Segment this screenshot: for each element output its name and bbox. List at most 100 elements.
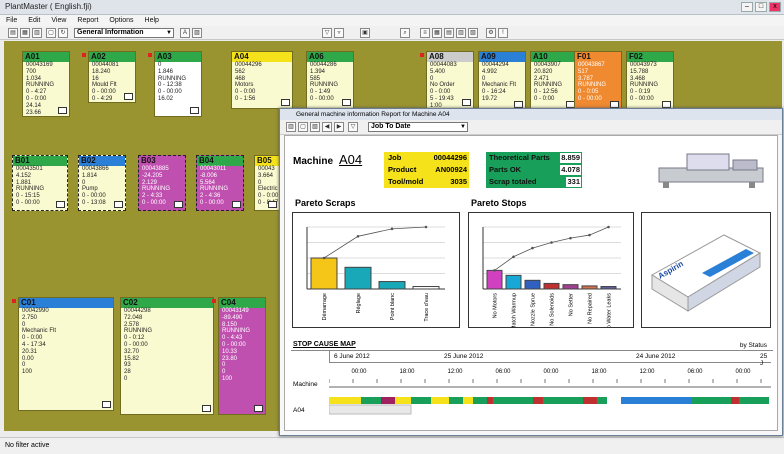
machine-tool-icon[interactable] bbox=[102, 401, 111, 408]
report-icon[interactable]: ▢ bbox=[46, 28, 56, 38]
machine-card-b05[interactable]: B05000433.6640Electric0 - 0:000 - 8:47 bbox=[254, 155, 280, 211]
menu-bar: File Edit View Report Options Help bbox=[0, 15, 784, 26]
category-label: No Motors bbox=[493, 293, 499, 319]
tile-view-icon[interactable]: ▤ bbox=[444, 28, 454, 38]
machine-card-a08[interactable]: A08 00044083 5.400 0 No Order 0 - 0:00 5 - 19:… bbox=[426, 51, 474, 109]
view-select[interactable]: General Information ▼ bbox=[74, 28, 174, 38]
machine-tool-icon[interactable] bbox=[202, 405, 211, 412]
machine-card-b02[interactable]: B02 00043866 1.814 0 Pump 0 - 00:00 0 - 13:08 bbox=[78, 155, 126, 211]
machine-tool-icon[interactable] bbox=[114, 201, 123, 208]
machine-tool-icon[interactable] bbox=[268, 201, 277, 208]
machine-card-a06[interactable]: A06 00044286 1.394 585 RUNNING 0 - 1:49 0 - 00… bbox=[306, 51, 354, 109]
machine-value: RUNNING bbox=[578, 82, 606, 89]
chart-icon[interactable]: ▧ bbox=[310, 122, 320, 132]
machine-value: 16 bbox=[92, 75, 99, 82]
machine-card-c04[interactable]: C04 00043149 -89.490 8.150 RUNNING 0 - 4:43 0 … bbox=[218, 297, 266, 415]
machine-value: 2.471 bbox=[534, 75, 550, 82]
machine-card-a09[interactable]: A09 00044294 4.992 0 Mechanic Flt 0 - 16:24 19… bbox=[478, 51, 526, 111]
machine-value: 16.02 bbox=[158, 95, 174, 102]
list-view-icon[interactable]: ≡ bbox=[420, 28, 430, 38]
settings-icon[interactable]: ⚙ bbox=[486, 28, 496, 38]
forward-icon[interactable]: ▶ bbox=[334, 122, 344, 132]
menu-edit[interactable]: Edit bbox=[28, 15, 40, 26]
machine-tool-icon[interactable] bbox=[610, 101, 619, 108]
machine-card-a03[interactable]: A03 0 1.846 RUNNING 0 - 12:38 0 - 00:00 16.02 bbox=[154, 51, 202, 117]
machine-value: Mechanic Flt bbox=[482, 82, 517, 89]
machine-tool-icon[interactable] bbox=[662, 101, 671, 108]
machine-tool-icon[interactable] bbox=[232, 201, 241, 208]
machine-value: Electric bbox=[258, 186, 278, 193]
time-label: 00:00 bbox=[543, 369, 559, 375]
layout-icon[interactable]: ▣ bbox=[360, 28, 370, 38]
filter-options-icon[interactable]: ▿ bbox=[334, 28, 344, 38]
menu-report[interactable]: Report bbox=[77, 15, 98, 26]
search-icon[interactable]: ⌕ bbox=[400, 28, 410, 38]
grid-view-icon[interactable]: ▦ bbox=[432, 28, 442, 38]
machine-value: 00043866 bbox=[82, 166, 109, 172]
machine-tool-icon[interactable] bbox=[254, 405, 263, 412]
minimize-button[interactable]: – bbox=[741, 2, 753, 12]
filter-icon[interactable]: ▽ bbox=[348, 122, 358, 132]
print-icon[interactable]: ▥ bbox=[286, 122, 296, 132]
alarm-icon[interactable]: ! bbox=[498, 28, 508, 38]
machine-value: 468 bbox=[235, 75, 246, 82]
machine-value: 0 - 4:27 bbox=[26, 89, 47, 96]
machine-tool-icon[interactable] bbox=[58, 107, 67, 114]
menu-view[interactable]: View bbox=[51, 15, 66, 26]
filter-status: No filter active bbox=[5, 442, 50, 449]
machine-value: 1.394 bbox=[310, 68, 326, 75]
machine-tool-icon[interactable] bbox=[462, 99, 471, 106]
print-icon[interactable]: ▥ bbox=[32, 28, 42, 38]
pareto-bar bbox=[505, 274, 522, 290]
machine-value: 0 bbox=[430, 75, 434, 82]
machine-card-a01[interactable]: A01 00043169 700 1.034 RUNNING 0 - 4:27 0 - 0:… bbox=[22, 51, 70, 117]
machine-card-c01[interactable]: C01 00042990 2.750 0 Mechanic Flt 0 - 0:00 4 -… bbox=[18, 297, 114, 411]
machine-tool-icon[interactable] bbox=[281, 99, 290, 106]
range-select[interactable]: Job To Date ▼ bbox=[368, 122, 468, 132]
menu-file[interactable]: File bbox=[6, 15, 17, 26]
machine-card-f02[interactable]: F02 00043973 15.788 3.468 RUNNING 0 - 0:19 0 -… bbox=[626, 51, 674, 111]
pareto-bar bbox=[486, 269, 503, 290]
machine-tool-icon[interactable] bbox=[514, 101, 523, 108]
machine-card-a10[interactable]: A10 00043907 20.820 2.471 RUNNING 0 - 12:56 0 … bbox=[530, 51, 578, 111]
machine-card-b03[interactable]: B03 00043885 -24.205 2.129 RUNNING 2 - 4:33 0 … bbox=[138, 155, 186, 211]
machine-tool-icon[interactable] bbox=[190, 107, 199, 114]
machine-card-f01[interactable]: F01 00043867 517 3.787 RUNNING 0 - 0:05 0 - 00… bbox=[574, 51, 622, 111]
machine-value: 0 - 00:00 bbox=[222, 341, 246, 348]
filter-icon[interactable]: ▽ bbox=[322, 28, 332, 38]
machine-value: 0 bbox=[482, 75, 486, 82]
machine-card-b04[interactable]: B04 00043011 -8.006 5.564 RUNNING 2 - 4:36 0 -… bbox=[196, 155, 244, 211]
status-segment bbox=[493, 397, 533, 404]
category-label: Trace d'eau bbox=[424, 293, 430, 322]
menu-options[interactable]: Options bbox=[109, 15, 133, 26]
machine-tool-icon[interactable] bbox=[174, 201, 183, 208]
detail-view-icon[interactable]: ▥ bbox=[456, 28, 466, 38]
pareto-bar bbox=[562, 284, 579, 290]
close-button[interactable]: x bbox=[769, 2, 781, 12]
machine-value: 00044083 bbox=[430, 62, 457, 68]
time-label: 00:00 bbox=[735, 369, 751, 375]
machine-tool-icon[interactable] bbox=[124, 93, 133, 100]
machine-value: 00042990 bbox=[22, 308, 49, 314]
machine-card-b01[interactable]: B01 00043501 4.152 1.881 RUNNING 0 - 15:15 0 -… bbox=[12, 155, 68, 211]
machine-card-a02[interactable]: A02 00044081 18.240 16 Mould Flt 0 - 00:00 0 -… bbox=[88, 51, 136, 103]
open-icon[interactable]: ▤ bbox=[8, 28, 18, 38]
machine-tool-icon[interactable] bbox=[342, 99, 351, 106]
chart-view-icon[interactable]: ▧ bbox=[468, 28, 478, 38]
back-icon[interactable]: ◀ bbox=[322, 122, 332, 132]
menu-help[interactable]: Help bbox=[145, 15, 159, 26]
machine-card-a04[interactable]: A04 00044296 562 468 Motors 0 - 0:00 0 - 1:56 bbox=[231, 51, 293, 109]
machine-card-c02[interactable]: C02 00044298 72.048 2.578 RUNNING 0 - 0:12 0 -… bbox=[120, 297, 214, 415]
format-icon[interactable]: ▨ bbox=[192, 28, 202, 38]
time-label: 12:00 bbox=[447, 369, 463, 375]
preview-icon[interactable]: ▢ bbox=[298, 122, 308, 132]
machine-id: A09 bbox=[479, 52, 525, 62]
refresh-icon[interactable]: ↻ bbox=[58, 28, 68, 38]
status-segment bbox=[739, 397, 769, 404]
machine-tool-icon[interactable] bbox=[56, 201, 65, 208]
status-segment bbox=[533, 397, 543, 404]
pareto-bar bbox=[581, 285, 598, 290]
maximize-button[interactable]: □ bbox=[755, 2, 767, 12]
font-icon[interactable]: A bbox=[180, 28, 190, 38]
save-icon[interactable]: ▦ bbox=[20, 28, 30, 38]
